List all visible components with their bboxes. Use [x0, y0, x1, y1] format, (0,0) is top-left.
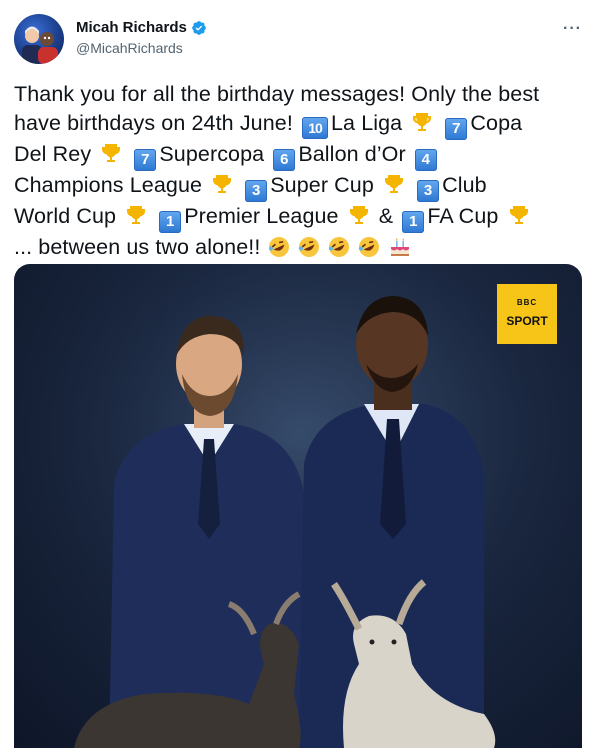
author-handle[interactable]: @MicahRichards: [76, 40, 183, 56]
text-premier: Premier League: [184, 204, 339, 228]
keycap-1-icon: 1: [159, 211, 182, 233]
text-birthday: have birthdays on 24th June!: [14, 111, 293, 135]
keycap-7-icon: 7: [134, 149, 157, 171]
text-fa-cup: FA Cup: [427, 204, 499, 228]
bbc-logo-text: BBC: [516, 298, 538, 307]
more-options-icon[interactable]: ···: [563, 20, 582, 38]
rolling-laughing-emoji-icon: [268, 237, 289, 257]
text-club: Club: [442, 173, 487, 197]
author-name[interactable]: Micah Richards: [76, 19, 187, 36]
keycap-6-icon: 6: [273, 149, 296, 171]
keycap-4-icon: 4: [414, 149, 437, 171]
text-supercopa: Supercopa: [159, 142, 265, 166]
text-champions: Champions League: [14, 173, 203, 197]
trophy-emoji-icon: [385, 175, 403, 193]
text-del-rey: Del Rey: [14, 142, 92, 166]
rolling-laughing-emoji-icon: [358, 237, 379, 257]
text-line-1: Thank you for all the birthday messages!…: [14, 82, 540, 106]
bbc-sport-text: SPORT: [506, 314, 548, 328]
birthday-cake-emoji-icon: [390, 238, 409, 256]
rolling-laughing-emoji-icon: [328, 237, 349, 257]
text-super-cup: Super Cup: [270, 173, 374, 197]
keycap-3-icon: 3: [245, 180, 268, 202]
text-copa: Copa: [470, 111, 523, 135]
trophy-emoji-icon: [127, 206, 146, 224]
tweet-text: Thank you for all the birthday messages!…: [14, 80, 584, 262]
text-ballon: Ballon d’Or: [298, 142, 406, 166]
keycap-7-icon: 7: [445, 118, 468, 140]
trophy-emoji-icon: [413, 113, 432, 131]
keycap-10-icon: 10: [302, 117, 328, 139]
text-la-liga: La Liga: [331, 111, 403, 135]
keycap-3-icon: 3: [417, 180, 440, 202]
text-ampersand: &: [378, 204, 394, 228]
tweet-header: Micah Richards @MicahRichards ···: [14, 14, 586, 64]
trophy-emoji-icon: [102, 144, 121, 162]
avatar[interactable]: [14, 14, 64, 64]
rolling-laughing-emoji-icon: [298, 237, 319, 257]
bbc-sport-logo: BBC SPORT: [497, 284, 557, 344]
text-ending: ... between us two alone!!: [14, 235, 261, 259]
keycap-1-icon: 1: [402, 211, 425, 233]
tweet-image[interactable]: BBC SPORT: [14, 264, 582, 748]
verified-badge-icon: [192, 20, 206, 35]
text-world-cup: World Cup: [14, 204, 117, 228]
trophy-emoji-icon: [509, 206, 528, 224]
trophy-emoji-icon: [213, 175, 232, 193]
trophy-emoji-icon: [349, 206, 368, 224]
